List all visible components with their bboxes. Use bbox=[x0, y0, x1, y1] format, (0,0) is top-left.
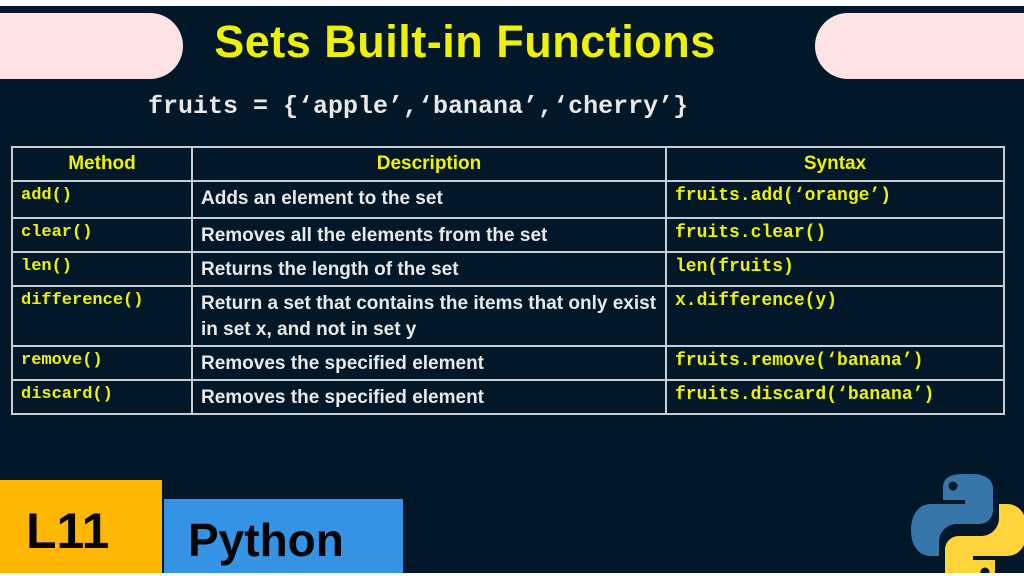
description-cell: Return a set that contains the items tha… bbox=[191, 285, 667, 347]
table-row: remove() Removes the specified element f… bbox=[11, 345, 1005, 381]
syntax-cell: x.difference(y) bbox=[665, 285, 1005, 347]
python-logo-blue-eye bbox=[948, 481, 958, 491]
code-example: fruits = {‘apple’,‘banana’,‘cherry’} bbox=[148, 92, 689, 121]
header-method: Method bbox=[11, 146, 193, 182]
header-description: Description bbox=[191, 146, 667, 182]
lesson-badge: L11 bbox=[0, 480, 162, 573]
description-cell: Removes all the elements from the set bbox=[191, 217, 667, 253]
syntax-cell: fruits.discard(‘banana’) bbox=[665, 379, 1005, 415]
syntax-cell: fruits.clear() bbox=[665, 217, 1005, 253]
methods-table: Method Description Syntax add() Adds an … bbox=[11, 146, 1005, 415]
header-syntax: Syntax bbox=[665, 146, 1005, 182]
method-cell: add() bbox=[11, 180, 193, 219]
table-row: clear() Removes all the elements from th… bbox=[11, 217, 1005, 253]
syntax-cell: fruits.remove(‘banana’) bbox=[665, 345, 1005, 381]
description-cell: Returns the length of the set bbox=[191, 251, 667, 287]
method-cell: remove() bbox=[11, 345, 193, 381]
description-cell: Removes the specified element bbox=[191, 379, 667, 415]
python-logo-icon bbox=[911, 474, 1024, 573]
syntax-cell: fruits.add(‘orange’) bbox=[665, 180, 1005, 219]
method-cell: difference() bbox=[11, 285, 193, 347]
description-cell: Removes the specified element bbox=[191, 345, 667, 381]
syntax-cell: len(fruits) bbox=[665, 251, 1005, 287]
language-badge: Python bbox=[164, 499, 403, 573]
table-row: difference() Return a set that contains … bbox=[11, 285, 1005, 347]
method-cell: len() bbox=[11, 251, 193, 287]
description-cell: Adds an element to the set bbox=[191, 180, 667, 219]
slide-title: Sets Built-in Functions bbox=[214, 16, 716, 67]
method-cell: clear() bbox=[11, 217, 193, 253]
table-row: len() Returns the length of the set len(… bbox=[11, 251, 1005, 287]
table-header-row: Method Description Syntax bbox=[11, 146, 1005, 182]
table-row: add() Adds an element to the set fruits.… bbox=[11, 180, 1005, 219]
table-row: discard() Removes the specified element … bbox=[11, 379, 1005, 415]
slide: Sets Built-in Functions fruits = {‘apple… bbox=[0, 6, 1024, 573]
method-cell: discard() bbox=[11, 379, 193, 415]
